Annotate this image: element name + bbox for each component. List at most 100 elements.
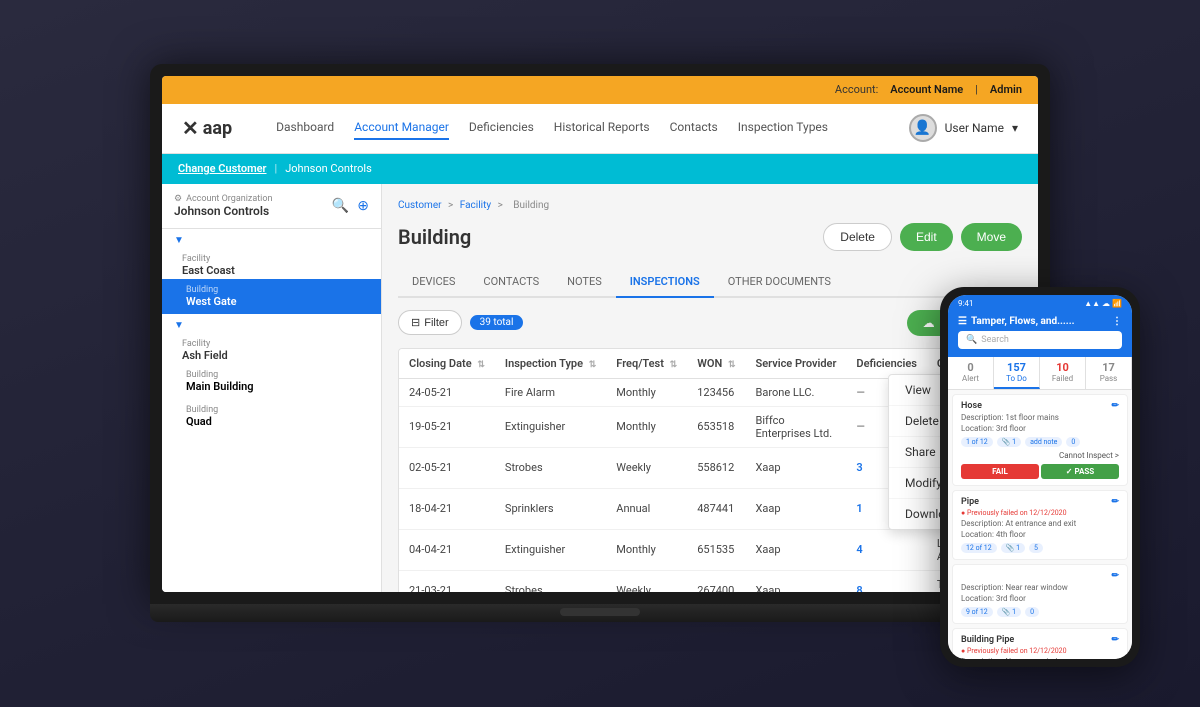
cell-freq: Monthly	[606, 378, 687, 406]
nav-account-manager[interactable]: Account Manager	[354, 116, 449, 140]
tab-inspections[interactable]: INSPECTIONS	[616, 267, 714, 298]
breadcrumb-customer[interactable]: Customer	[398, 200, 442, 211]
building-quad[interactable]: Building Quad	[162, 399, 381, 434]
sidebar-org-label: ⚙ Account Organization	[174, 194, 272, 204]
cell-deficiencies: 8	[846, 570, 926, 592]
facility-ash-field: ▼ Facility Ash Field Building Main Build…	[162, 314, 381, 434]
edit-button[interactable]: Edit	[900, 223, 953, 251]
phone-item-desc-hose: Description: 1st floor mains	[961, 413, 1119, 422]
tab-contacts[interactable]: CONTACTS	[469, 267, 553, 298]
col-won[interactable]: WON ⇅	[687, 349, 745, 379]
phone-search-placeholder: Search	[981, 335, 1009, 345]
breadcrumb-facility[interactable]: Facility	[460, 200, 491, 211]
building-name-1: West Gate	[186, 295, 237, 308]
page-title: Building	[398, 225, 471, 249]
logo-text: aap	[203, 118, 232, 139]
add-icon[interactable]: ⊕	[357, 198, 369, 214]
meta-badge-pipe-2: 📎 1	[1001, 543, 1025, 553]
laptop-wrapper: Account: Account Name | Admin ✕ aap Dash…	[0, 0, 1200, 707]
user-avatar: 👤	[909, 114, 937, 142]
cell-date: 19-05-21	[399, 406, 495, 447]
meta-badge-hose-3: add note	[1025, 437, 1062, 447]
phone-item-title-hose: Hose ✏	[961, 401, 1119, 411]
filter-total-badge: 39 total	[470, 315, 524, 330]
nav-inspection-types[interactable]: Inspection Types	[738, 116, 828, 140]
meta-badge-3-2: 📎 1	[997, 607, 1021, 617]
facility-label-2: Facility	[182, 339, 369, 349]
filter-icon: ⊟	[411, 316, 420, 329]
tabs: DEVICES CONTACTS NOTES INSPECTIONS OTHER…	[398, 267, 1022, 298]
filter-button[interactable]: ⊟ Filter	[398, 310, 462, 335]
badge-failed-count: 10	[1042, 361, 1083, 374]
badge-alert[interactable]: 0 Alert	[948, 357, 994, 389]
sidebar-org-icons: 🔍 ⊕	[332, 198, 369, 214]
breadcrumb-sep-1: >	[448, 200, 456, 211]
facility-name-2: Ash Field	[182, 349, 369, 362]
delete-button[interactable]: Delete	[823, 223, 892, 251]
phone-content: Hose ✏ Description: 1st floor mains Loca…	[948, 390, 1132, 659]
badge-failed[interactable]: 10 Failed	[1040, 357, 1086, 389]
building-west-gate[interactable]: Building West Gate	[162, 279, 381, 314]
cannot-inspect-hose[interactable]: Cannot Inspect >	[961, 451, 1119, 460]
badge-pass[interactable]: 17 Pass	[1086, 357, 1132, 389]
breadcrumb-bar: Change Customer | Johnson Controls	[162, 154, 1038, 184]
search-icon[interactable]: 🔍	[332, 198, 349, 214]
phone-item-desc-pipe: Description: At entrance and exit	[961, 519, 1119, 528]
edit-icon-hose[interactable]: ✏	[1111, 401, 1119, 411]
cell-won: 267400	[687, 570, 745, 592]
more-icon[interactable]: ⋮	[1112, 316, 1122, 327]
tab-notes[interactable]: NOTES	[553, 267, 616, 298]
nav-dashboard[interactable]: Dashboard	[276, 116, 334, 140]
chevron-down-icon-1: ▼	[174, 235, 184, 246]
laptop-base	[150, 604, 1050, 622]
building-main-building[interactable]: Building Main Building	[162, 364, 381, 399]
menu-icon[interactable]: ☰	[958, 316, 967, 327]
phone-header-title: ☰ Tamper, Flows, and...... ⋮	[958, 316, 1122, 327]
mobile-phone: 9:41 ▲▲ ☁ 📶 ☰ Tamper, Flows, and...... ⋮…	[940, 287, 1140, 667]
cell-won: 558612	[687, 447, 745, 488]
meta-badge-hose-1: 1 of 12	[961, 437, 993, 447]
phone-item-title-pipe: Pipe ✏	[961, 497, 1119, 507]
laptop: Account: Account Name | Admin ✕ aap Dash…	[150, 64, 1050, 644]
cell-provider: Xaap	[746, 570, 847, 592]
nav-contacts[interactable]: Contacts	[670, 116, 718, 140]
phone-item-title-building-pipe: Building Pipe ✏	[961, 635, 1119, 645]
edit-icon-pipe[interactable]: ✏	[1111, 497, 1119, 507]
col-freq-test[interactable]: Freq/Test ⇅	[606, 349, 687, 379]
building-label-1: Building	[186, 285, 365, 295]
nav-historical-reports[interactable]: Historical Reports	[554, 116, 650, 140]
col-inspection-type[interactable]: Inspection Type ⇅	[495, 349, 606, 379]
phone-item-meta-3: 9 of 12 📎 1 0	[961, 607, 1119, 617]
edit-icon-3[interactable]: ✏	[1111, 571, 1119, 581]
filter-label: Filter	[424, 317, 448, 329]
filter-left: ⊟ Filter 39 total	[398, 310, 523, 335]
change-customer-link[interactable]: Change Customer	[178, 162, 267, 175]
col-closing-date[interactable]: Closing Date ⇅	[399, 349, 495, 379]
laptop-bezel: Account: Account Name | Admin ✕ aap Dash…	[150, 64, 1050, 604]
nav-deficiencies[interactable]: Deficiencies	[469, 116, 534, 140]
tab-devices[interactable]: DEVICES	[398, 267, 469, 298]
tab-other-documents[interactable]: OTHER DOCUMENTS	[714, 267, 845, 298]
edit-icon-building-pipe[interactable]: ✏	[1111, 635, 1119, 645]
fail-button-hose[interactable]: FAIL	[961, 464, 1039, 479]
cell-freq: Annual	[606, 488, 687, 529]
phone-item-desc-building-pipe: Description: Near rear window	[961, 657, 1119, 659]
col-service-provider: Service Provider	[746, 349, 847, 379]
phone-item-loc-hose: Location: 3rd floor	[961, 424, 1119, 433]
cell-inspection-type: Extinguisher	[495, 529, 606, 570]
phone-search[interactable]: 🔍 Search	[958, 331, 1122, 349]
cell-won: 123456	[687, 378, 745, 406]
pass-button-hose[interactable]: ✓ PASS	[1041, 464, 1119, 479]
meta-badge-hose-4: 0	[1066, 437, 1080, 447]
bar-separator: |	[275, 162, 278, 175]
cell-freq: Monthly	[606, 406, 687, 447]
cell-inspection-type: Sprinklers	[495, 488, 606, 529]
laptop-screen: Account: Account Name | Admin ✕ aap Dash…	[162, 76, 1038, 592]
cell-freq: Monthly	[606, 529, 687, 570]
badge-todo[interactable]: 157 To Do	[994, 357, 1040, 389]
account-name: Account Name	[890, 83, 963, 96]
user-menu[interactable]: 👤 User Name ▾	[909, 114, 1018, 142]
phone-item-name-hose: Hose	[961, 401, 982, 411]
main-content: ⚙ Account Organization Johnson Controls …	[162, 184, 1038, 592]
move-button[interactable]: Move	[961, 223, 1022, 251]
